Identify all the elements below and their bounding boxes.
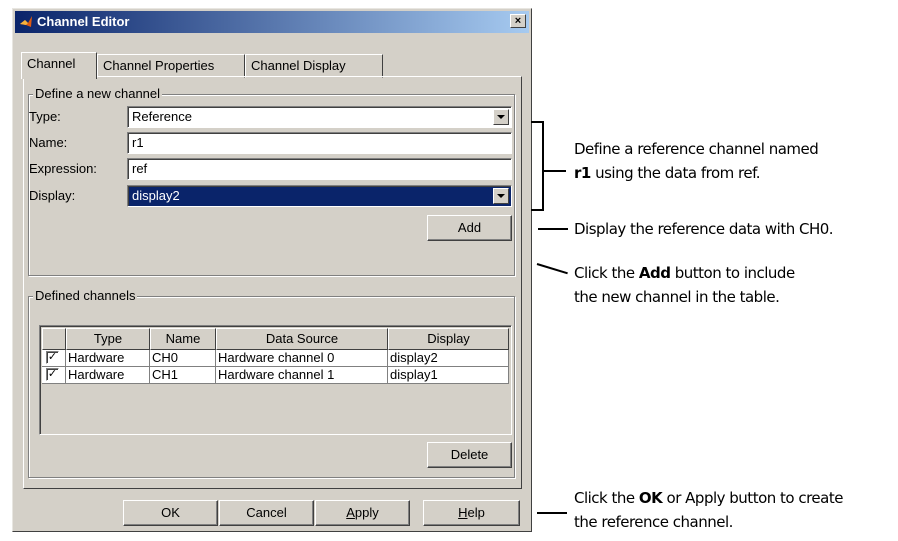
tab-channel-properties[interactable]: Channel Properties <box>97 54 245 78</box>
window-title: Channel Editor <box>37 14 130 29</box>
column-header-display[interactable]: Display <box>388 328 509 350</box>
name-input[interactable]: r1 <box>127 132 512 154</box>
tab-channel-display-label: Channel Display <box>251 58 346 73</box>
close-icon: × <box>514 15 522 27</box>
ok-button[interactable]: OK <box>123 500 218 526</box>
callout-ok-line <box>537 512 567 514</box>
row-name: CH1 <box>150 367 216 384</box>
display-dropdown[interactable]: display2 <box>127 185 512 207</box>
add-button-label: Add <box>457 220 482 235</box>
type-label: Type: <box>29 109 61 124</box>
row-display: display1 <box>388 367 509 384</box>
row-source: Hardware channel 0 <box>216 350 388 367</box>
name-value: r1 <box>132 135 144 150</box>
title-bar[interactable]: Channel Editor × <box>15 11 529 33</box>
add-button[interactable]: Add <box>427 215 512 241</box>
channel-tab-panel: Define a new channel Type: Reference Nam… <box>23 76 522 489</box>
help-button-label: Help <box>458 505 485 520</box>
tab-channel[interactable]: Channel <box>21 52 97 79</box>
cancel-button-label: Cancel <box>246 505 287 520</box>
delete-button[interactable]: Delete <box>427 442 512 468</box>
defined-channels-group: Defined channels Type Name Data Source D… <box>28 288 515 478</box>
row-check-cell: ✓ <box>42 367 66 384</box>
tab-channel-label: Channel <box>27 56 76 71</box>
expression-value: ref <box>132 161 148 176</box>
row-checkbox[interactable]: ✓ <box>46 368 59 381</box>
defined-channels-legend: Defined channels <box>33 288 138 303</box>
tab-channel-properties-label: Channel Properties <box>103 58 215 73</box>
display-label: Display: <box>29 188 76 203</box>
apply-button[interactable]: Apply <box>315 500 410 526</box>
checkmark-icon: ✓ <box>47 351 58 363</box>
tab-channel-display[interactable]: Channel Display <box>245 54 383 78</box>
define-channel-legend: Define a new channel <box>33 86 163 101</box>
name-label: Name: <box>29 135 68 150</box>
row-source: Hardware channel 1 <box>216 367 388 384</box>
callout-add-line2: the new channel in the table. <box>574 288 780 306</box>
define-channel-group: Define a new channel Type: Reference Nam… <box>28 86 515 276</box>
column-header-name[interactable]: Name <box>150 328 216 350</box>
column-header-check[interactable] <box>42 328 66 350</box>
type-value: Reference <box>132 109 192 124</box>
row-check-cell: ✓ <box>42 350 66 367</box>
column-header-type[interactable]: Type <box>66 328 150 350</box>
callout-ok-line2: the reference channel. <box>574 513 733 531</box>
row-type: Hardware <box>66 367 150 384</box>
bracket-pointer <box>544 170 566 172</box>
chevron-down-icon[interactable] <box>493 188 509 204</box>
callout-display-line <box>538 228 568 230</box>
callout-display: Display the reference data with CH0. <box>574 220 834 238</box>
callout-define-line1: Define a reference channel named <box>574 140 819 158</box>
row-type: Hardware <box>66 350 150 367</box>
callout-define-line2: r1 using the data from ref. <box>574 164 761 182</box>
type-dropdown[interactable]: Reference <box>127 106 512 128</box>
expression-input[interactable]: ref <box>127 158 512 180</box>
column-header-data-source[interactable]: Data Source <box>216 328 388 350</box>
row-display: display2 <box>388 350 509 367</box>
row-checkbox[interactable]: ✓ <box>46 351 59 364</box>
bracket-bottom <box>531 209 544 211</box>
apply-button-label: Apply <box>346 505 379 520</box>
callout-ok-line1: Click the OK or Apply button to create <box>574 489 843 507</box>
expression-label: Expression: <box>29 161 97 176</box>
bracket-vertical <box>542 121 544 211</box>
delete-button-label: Delete <box>450 447 489 462</box>
chevron-down-icon[interactable] <box>493 109 509 125</box>
channel-editor-window: Channel Editor × Channel Channel Propert… <box>12 8 532 532</box>
channels-table[interactable]: Type Name Data Source Display ✓ Hardware… <box>39 325 512 435</box>
close-button[interactable]: × <box>510 14 526 28</box>
help-button[interactable]: Help <box>423 500 520 526</box>
matlab-icon <box>20 16 32 27</box>
cancel-button[interactable]: Cancel <box>219 500 314 526</box>
display-value: display2 <box>132 188 180 203</box>
callout-add-line <box>536 263 568 275</box>
callout-add-line1: Click the Add button to include <box>574 264 795 282</box>
ok-button-label: OK <box>161 505 180 520</box>
row-name: CH0 <box>150 350 216 367</box>
checkmark-icon: ✓ <box>47 368 58 380</box>
